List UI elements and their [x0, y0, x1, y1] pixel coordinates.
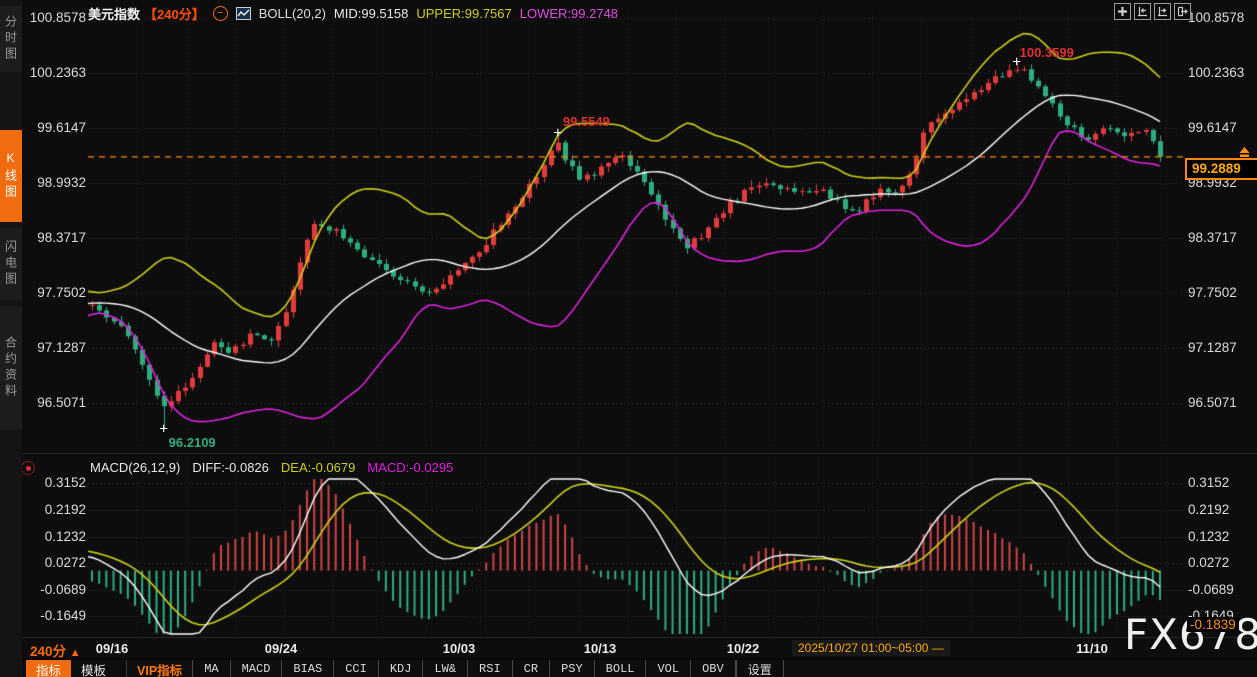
chart-app: 分时图 K线图闪电图合约资料 美元指数 【240分】 − BOLL(20,2) M… [0, 0, 1257, 677]
period-selector[interactable]: 240分 ▲ [30, 640, 81, 660]
mini-chart-icon[interactable] [235, 6, 251, 20]
pane-divider [22, 453, 1257, 454]
indicator-shortcut-obv[interactable]: OBV [690, 660, 736, 677]
macd-axis-label-right: 0.0272 [1188, 555, 1230, 570]
up-triangle-icon: ▲ [69, 647, 81, 659]
boll-indicator-label: BOLL(20,2) [258, 5, 326, 21]
jump-latest-icon[interactable] [1174, 3, 1191, 20]
high-price-label: 100.3599 [1019, 45, 1074, 61]
boll-upper-value: UPPER:99.7567 [416, 5, 512, 21]
macd-axis-label-left: -0.1649 [40, 608, 86, 623]
price-axis-label-left: 97.1287 [37, 340, 86, 355]
macd-axis-label-left: -0.0689 [40, 582, 86, 597]
indicator-shortcut-cci[interactable]: CCI [333, 660, 378, 677]
chart-canvas[interactable] [0, 0, 1257, 677]
macd-diff-value: DIFF:-0.0826 [192, 460, 269, 475]
settings-button[interactable]: 设置 [735, 660, 784, 677]
indicator-shortcut-ma[interactable]: MA [192, 660, 229, 677]
macd-axis-label-left: 0.2192 [44, 502, 86, 517]
price-axis-label-left: 98.3717 [37, 230, 86, 245]
period-label: 240分 [30, 644, 67, 659]
sidebar-tab-item[interactable]: 合约资料 [0, 306, 22, 430]
price-axis-label-left: 97.7502 [37, 285, 86, 300]
indicator-shortcuts: MA MACD BIAS CCI KDJ LW& RSI CR PSY BOLL VOL OBV [192, 660, 736, 677]
low-price-label: 96.2109 [168, 435, 216, 451]
macd-axis-label-right: -0.0689 [1188, 582, 1234, 597]
bottom-toolbar: 指标 模板 VIP指标 MA MACD BIAS CCI KDJ LW& RSI CR PSY B… [22, 659, 1257, 677]
price-axis-label-left: 98.9932 [37, 175, 86, 190]
indicator-shortcut-macd[interactable]: MACD [229, 660, 282, 677]
date-axis: 240分 ▲ 2025/10/27 01:00~05:00 — [22, 639, 1257, 659]
axis-divider [22, 637, 1257, 638]
price-axis-label-right: 97.7502 [1188, 285, 1237, 300]
window-controls [1114, 3, 1191, 20]
macd-axis-label-right: 0.1232 [1188, 529, 1230, 544]
macd-axis-label-left: 0.1232 [44, 529, 86, 544]
macd-axis-label-left: 0.3152 [44, 475, 86, 490]
sidebar: 分时图 K线图闪电图合约资料 [0, 0, 22, 677]
last-macd-badge: -0.1839 [1187, 617, 1239, 632]
macd-axis-label-right: 0.2192 [1188, 502, 1230, 517]
indicator-shortcut-psy[interactable]: PSY [549, 660, 594, 677]
shift-right-icon[interactable] [1154, 3, 1171, 20]
period-tag: 【240分】 [144, 6, 205, 22]
symbol-name: 美元指数 [88, 6, 141, 22]
collapse-icon[interactable]: − [212, 5, 228, 21]
indicator-settings-icon[interactable] [21, 461, 35, 475]
pan-icon[interactable] [1114, 3, 1131, 20]
tab-template[interactable]: 模板 [71, 660, 116, 677]
boll-mid-value: MID:99.5158 [333, 5, 409, 21]
low-cross-marker: + [159, 420, 169, 438]
macd-title: MACD(26,12,9) [90, 460, 181, 475]
price-axis-label-left: 96.5071 [37, 395, 86, 410]
sidebar-tab-active[interactable]: K线图 [0, 130, 22, 222]
tab-vip-indicator[interactable]: VIP指标 [126, 660, 192, 677]
sidebar-tab-item[interactable]: 分时图 [0, 6, 22, 72]
alert-icon[interactable] [1237, 145, 1252, 163]
indicator-shortcut-vol[interactable]: VOL [645, 660, 690, 677]
swing-high-price-label: 99.5549 [562, 114, 610, 130]
macd-macd-value: MACD:-0.0295 [367, 460, 454, 475]
price-axis-label-right: 98.3717 [1188, 230, 1237, 245]
indicator-shortcut-rsi[interactable]: RSI [467, 660, 512, 677]
price-axis-label-right: 100.2363 [1188, 65, 1245, 80]
tab-indicator[interactable]: 指标 [26, 660, 72, 677]
crosshair-date-badge: 2025/10/27 01:00~05:00 — [792, 640, 950, 656]
price-axis-label-right: 100.8578 [1188, 10, 1245, 25]
swing-high-cross-marker: + [553, 124, 563, 142]
indicator-shortcut-lw[interactable]: LW& [422, 660, 467, 677]
price-axis-label-right: 99.6147 [1188, 120, 1237, 135]
indicator-shortcut-boll[interactable]: BOLL [593, 660, 646, 677]
macd-dea-value: DEA:-0.0679 [280, 460, 356, 475]
price-axis-label-left: 100.2363 [29, 65, 86, 80]
indicator-shortcut-kdj[interactable]: KDJ [377, 660, 423, 677]
boll-lower-value: LOWER:99.2748 [519, 5, 619, 21]
price-axis-label-left: 99.6147 [37, 120, 86, 135]
macd-header: MACD(26,12,9) DIFF:-0.0826 DEA:-0.0679 M… [90, 460, 453, 475]
price-axis-label-right: 96.5071 [1188, 395, 1237, 410]
price-axis-label-right: 97.1287 [1188, 340, 1237, 355]
shift-left-icon[interactable] [1134, 3, 1151, 20]
macd-axis-label-left: 0.0272 [44, 555, 86, 570]
sidebar-tab-item[interactable]: 闪电图 [0, 228, 22, 300]
chart-header: 美元指数 【240分】 − BOLL(20,2) MID:99.5158 UPP… [88, 4, 618, 22]
indicator-shortcut-cr[interactable]: CR [511, 660, 549, 677]
indicator-shortcut-bias[interactable]: BIAS [281, 660, 333, 677]
price-axis-label-left: 100.8578 [29, 10, 86, 25]
macd-axis-label-right: 0.3152 [1188, 475, 1230, 490]
